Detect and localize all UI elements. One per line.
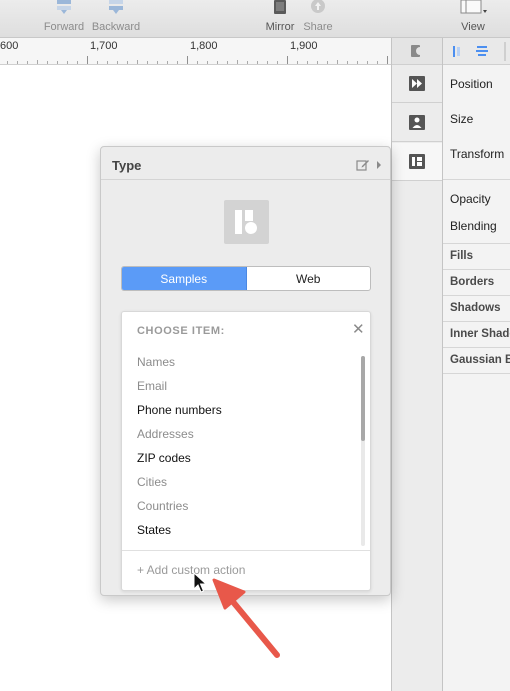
share-icon [311, 0, 325, 13]
view-label: View [461, 21, 485, 33]
inner-shadows-label: Inner Shadows [450, 328, 510, 340]
divider [443, 179, 510, 180]
ruler-label: 1,700 [90, 40, 118, 52]
ruler-label: 600 [0, 40, 19, 52]
list-item[interactable]: ZIP codes [137, 450, 357, 474]
ruler-label: 1,800 [190, 40, 218, 52]
item-list: Names Email Phone numbers Addresses ZIP … [137, 354, 357, 546]
inner-shadows-section[interactable]: Inner Shadows [443, 322, 510, 348]
inspector-tab-strip [391, 38, 443, 691]
horizontal-ruler: 600 1,700 1,800 1,900 [0, 38, 391, 65]
panel-title: Type [112, 158, 142, 173]
send-backward-icon [109, 0, 123, 14]
add-custom-action-link[interactable]: + Add custom action [137, 563, 245, 577]
divider [122, 550, 370, 551]
position-label: Position [450, 77, 493, 91]
mirror-icon [274, 0, 286, 14]
chooser-heading: CHOOSE ITEM: [137, 325, 225, 337]
list-item[interactable]: Addresses [137, 426, 357, 450]
list-item[interactable]: Cities [137, 474, 357, 498]
ruler-label: 1,900 [290, 40, 318, 52]
size-label: Size [450, 112, 474, 126]
forward-label: Forward [43, 21, 85, 33]
choose-item-dropdown: CHOOSE ITEM: ✕ Names Email Phone numbers… [121, 311, 371, 591]
type-panel: Type Samples Web CHOOSE ITEM: ✕ Names Em… [100, 146, 391, 596]
symbol-tab[interactable] [392, 104, 442, 142]
align-icon [411, 45, 424, 57]
person-icon [409, 115, 425, 130]
borders-label: Borders [450, 276, 495, 288]
shadows-label: Shadows [450, 302, 501, 314]
list-item[interactable]: Phone numbers [137, 402, 357, 426]
list-item[interactable]: States [137, 522, 357, 546]
fills-section[interactable]: Fills [443, 244, 510, 270]
source-segmented-control: Samples Web [121, 266, 371, 291]
align-tab[interactable] [392, 38, 442, 65]
mirror-button[interactable]: Mirror [262, 0, 298, 38]
data-plugin-logo [224, 200, 269, 244]
align-buttons-icon [453, 42, 506, 61]
list-item[interactable]: Countries [137, 498, 357, 522]
gaussian-blur-label: Gaussian Blur [450, 354, 510, 366]
blending-label: Blending [450, 219, 497, 233]
scrollbar-thumb[interactable] [361, 356, 365, 441]
list-item[interactable]: Email [137, 378, 357, 402]
shadows-section[interactable]: Shadows [443, 296, 510, 322]
data-icon [409, 154, 425, 169]
inspector-panel: Position Size Transform Opacity Blending… [443, 38, 510, 691]
share-button[interactable]: Share [300, 0, 336, 38]
share-label: Share [303, 21, 333, 33]
bring-forward-icon [57, 0, 71, 14]
opacity-label: Opacity [450, 192, 491, 206]
edit-icon[interactable] [356, 158, 370, 172]
list-item[interactable]: Names [137, 354, 357, 378]
backward-label: Backward [91, 21, 141, 33]
tab-samples[interactable]: Samples [122, 267, 247, 290]
chevron-right-icon[interactable] [375, 159, 383, 171]
toolbar: Forward Backward Mirror Share View [0, 0, 510, 38]
close-icon[interactable]: ✕ [352, 322, 365, 337]
mirror-label: Mirror [265, 21, 295, 33]
backward-button[interactable]: Backward [90, 0, 142, 38]
gaussian-blur-section[interactable]: Gaussian Blur [443, 348, 510, 374]
divider [101, 179, 390, 180]
prototype-tab[interactable] [392, 65, 442, 103]
prototype-icon [409, 76, 425, 91]
forward-button[interactable]: Forward [40, 0, 88, 38]
fills-label: Fills [450, 250, 474, 262]
alignment-bar [443, 38, 510, 65]
borders-section[interactable]: Borders [443, 270, 510, 296]
transform-label: Transform [450, 147, 505, 161]
scrollbar[interactable] [361, 356, 365, 546]
data-tab[interactable] [392, 143, 442, 181]
view-layout-icon [460, 0, 487, 14]
tab-web[interactable]: Web [247, 267, 371, 290]
view-button[interactable]: View [455, 0, 491, 38]
ruler-ticks [7, 56, 388, 64]
data-logo-icon [235, 210, 257, 234]
